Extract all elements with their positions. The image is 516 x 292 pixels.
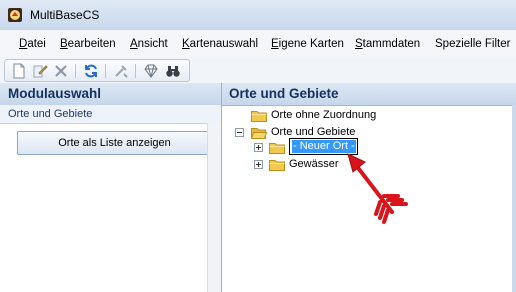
tree-label: Orte ohne Zuordnung	[271, 109, 377, 121]
menu-eigene-karten[interactable]: Eigene Karten	[271, 38, 344, 50]
menu-bar: Datei Bearbeiten Ansicht Kartenauswahl E…	[0, 30, 516, 58]
expand-toggle[interactable]	[254, 143, 263, 152]
module-panel-title: Modulauswahl	[8, 86, 102, 101]
module-panel-header: Modulauswahl	[0, 83, 221, 106]
diamond-icon[interactable]	[143, 63, 159, 79]
menu-ansicht[interactable]: Ansicht	[130, 38, 168, 50]
folder-icon	[269, 158, 285, 171]
new-document-icon[interactable]	[11, 63, 27, 79]
menu-spezielle-filter[interactable]: Spezielle Filter	[435, 38, 510, 50]
show-as-list-button[interactable]: Orte als Liste anzeigen	[17, 131, 212, 155]
collapse-toggle[interactable]	[235, 128, 244, 137]
toolbar-separator	[105, 64, 106, 78]
menu-bearbeiten[interactable]: Bearbeiten	[60, 38, 116, 50]
folder-icon	[269, 141, 285, 154]
toolbar-separator	[135, 64, 136, 78]
toolbar-group	[4, 59, 190, 82]
places-panel-title: Orte und Gebiete	[229, 86, 339, 101]
tree-label: Orte und Gebiete	[271, 126, 356, 138]
menu-datei[interactable]: Datei	[19, 38, 46, 50]
refresh-icon[interactable]	[83, 63, 99, 79]
places-panel-header: Orte und Gebiete	[222, 83, 516, 106]
app-icon	[7, 7, 23, 23]
toolbar-separator	[75, 64, 76, 78]
section-orte-und-gebiete[interactable]: Orte und Gebiete	[0, 105, 221, 124]
folder-icon	[251, 109, 267, 122]
section-label-text: Orte und Gebiete	[8, 108, 93, 120]
title-bar: MultiBaseCS	[0, 0, 516, 30]
annotation-arrow-icon	[347, 153, 408, 224]
edit-icon[interactable]	[32, 63, 48, 79]
toolbar	[0, 57, 516, 84]
expand-toggle[interactable]	[254, 160, 263, 169]
vertical-scrollbar[interactable]	[207, 123, 221, 292]
window-title: MultiBaseCS	[30, 8, 100, 22]
module-selection-panel: Modulauswahl Orte und Gebiete Orte als L…	[0, 83, 222, 292]
delete-icon[interactable]	[53, 63, 69, 79]
menu-kartenauswahl[interactable]: Kartenauswahl	[182, 38, 258, 50]
tools-icon[interactable]	[113, 63, 129, 79]
tree-label: Gewässer	[289, 158, 339, 170]
folder-open-icon	[250, 126, 268, 139]
right-edge	[512, 105, 516, 292]
binoculars-icon[interactable]	[165, 63, 181, 79]
menu-stammdaten[interactable]: Stammdaten	[355, 38, 420, 50]
